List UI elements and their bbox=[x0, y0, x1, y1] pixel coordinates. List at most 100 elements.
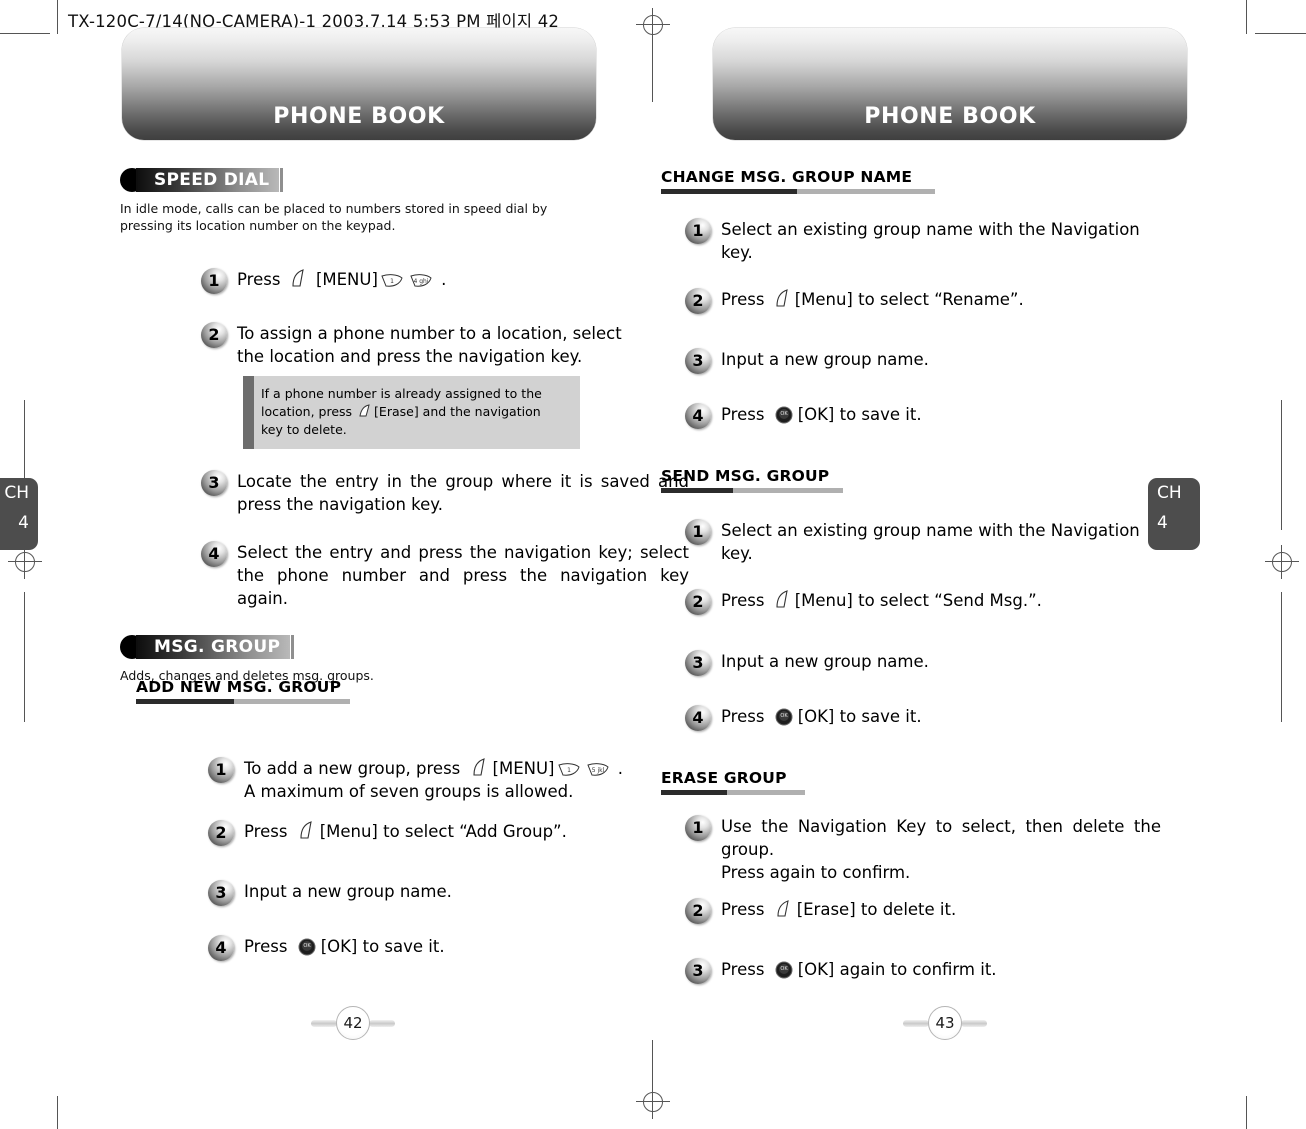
step-text: Press OK [OK] to save it. bbox=[244, 935, 654, 958]
page-number-ornament: 42 bbox=[311, 1006, 395, 1040]
section-header-msg-group: MSG. GROUP bbox=[120, 634, 590, 660]
step-number-badge: 4 bbox=[201, 541, 227, 567]
step-number: 3 bbox=[692, 961, 704, 980]
section-description: In idle mode, calls can be placed to num… bbox=[120, 201, 548, 233]
step-number: 4 bbox=[215, 938, 227, 957]
note-line-3: [Erase] and the navigation bbox=[374, 404, 541, 419]
subsection-add-new-msg-group: ADD NEW MSG. GROUP bbox=[136, 677, 386, 704]
subsection-title: SEND MSG. GROUP bbox=[661, 467, 830, 485]
step-number: 3 bbox=[692, 351, 704, 370]
step-text-press: Press bbox=[721, 290, 765, 309]
step-item: 4 Press OK [OK] to save it. bbox=[685, 403, 1137, 433]
subsection-rule bbox=[661, 488, 961, 493]
crop-mark-bottom-right-v bbox=[1246, 1096, 1247, 1129]
step-text: Input a new group name. bbox=[721, 652, 929, 671]
step-text: Select an existing group name with the N… bbox=[721, 220, 1140, 262]
ok-key-icon: OK bbox=[775, 708, 793, 726]
svg-text:OK: OK bbox=[303, 943, 311, 949]
step-item: 2 Press [Menu] to select “Add Group”. bbox=[208, 820, 654, 850]
step-number-badge: 4 bbox=[685, 705, 711, 731]
step-item: 3 Input a new group name. bbox=[208, 880, 654, 910]
step-text-press: Press bbox=[721, 900, 765, 919]
note-line-1: If a phone number is already assigned to… bbox=[261, 386, 542, 401]
step-text-press: Press bbox=[244, 937, 288, 956]
step-text-menu-label: [MENU] bbox=[492, 759, 555, 778]
subsection-send-msg-group: SEND MSG. GROUP bbox=[661, 466, 961, 493]
step-text-menu-label: [MENU] bbox=[315, 270, 378, 289]
step-number: 4 bbox=[208, 544, 220, 563]
ok-key-icon: OK bbox=[775, 961, 793, 979]
step-text-press: Press bbox=[237, 270, 281, 289]
right-page: PHONE BOOK CHANGE MSG. GROUP NAME 1 Sele… bbox=[650, 0, 1240, 1129]
note-line-2: location, press bbox=[261, 404, 353, 419]
step-text: Press [Menu] to select “Add Group”. bbox=[244, 820, 654, 843]
step-text: Input a new group name. bbox=[244, 882, 452, 901]
section-header-speed-dial: SPEED DIAL bbox=[120, 167, 590, 193]
step-number-badge: 2 bbox=[685, 589, 711, 615]
step-text-line2: Press again to confirm. bbox=[721, 863, 911, 882]
crop-mark-left-top-h bbox=[0, 33, 50, 34]
step-text: Press [Menu] to select “Send Msg.”. bbox=[721, 589, 1137, 612]
step-text: Use the Navigation Key to select, then d… bbox=[721, 815, 1161, 884]
svg-text:1: 1 bbox=[567, 767, 571, 774]
step-number: 1 bbox=[692, 522, 704, 541]
step-item: 4 Select the entry and press the navigat… bbox=[201, 541, 689, 610]
menu-key-icon bbox=[298, 821, 315, 840]
svg-text:OK: OK bbox=[780, 411, 788, 417]
step-number: 2 bbox=[215, 823, 227, 842]
step-number-badge: 1 bbox=[208, 757, 234, 783]
page-title: PHONE BOOK bbox=[864, 104, 1036, 129]
step-number-badge: 3 bbox=[685, 650, 711, 676]
step-text-line2: A maximum of seven groups is allowed. bbox=[244, 782, 574, 801]
step-text-tail: to select “Add Group”. bbox=[383, 822, 567, 841]
step-number: 2 bbox=[208, 325, 220, 344]
step-text-ok-label: [OK] bbox=[797, 405, 835, 424]
step-number-badge: 2 bbox=[208, 820, 234, 846]
registration-mark-left-center bbox=[8, 545, 42, 579]
step-text: To assign a phone number to a location, … bbox=[237, 324, 622, 366]
chapter-tab-number: 4 bbox=[18, 513, 29, 533]
step-text: Press [MENU] 1 4 ghi . bbox=[237, 268, 621, 291]
step-text: Press OK [OK] again to confirm it. bbox=[721, 958, 1137, 981]
ok-key-icon: OK bbox=[298, 938, 316, 956]
step-text-ok-label: [OK] bbox=[320, 937, 358, 956]
erase-key-icon bbox=[775, 900, 792, 918]
step-number-badge: 4 bbox=[685, 403, 711, 429]
step-number: 1 bbox=[208, 271, 220, 290]
ok-key-icon: OK bbox=[775, 406, 793, 424]
note-line-4: key to delete. bbox=[261, 422, 347, 437]
svg-text:5 jkl: 5 jkl bbox=[591, 767, 604, 774]
step-number: 4 bbox=[692, 708, 704, 727]
step-item: 2 To assign a phone number to a location… bbox=[201, 322, 653, 449]
step-number: 2 bbox=[692, 901, 704, 920]
step-text-press: Press bbox=[721, 707, 765, 726]
step-item: 3 Locate the entry in the group where it… bbox=[201, 470, 689, 516]
step-text-line1: Use the Navigation Key to select, then d… bbox=[721, 817, 1161, 859]
svg-text:OK: OK bbox=[780, 713, 788, 719]
note-box: If a phone number is already assigned to… bbox=[243, 376, 580, 449]
key-1-icon: 1 bbox=[380, 273, 404, 288]
step-text-press: Press bbox=[721, 591, 765, 610]
step-text: Locate the entry in the group where it i… bbox=[237, 472, 689, 514]
step-text-tail: to delete it. bbox=[860, 900, 957, 919]
step-item: 1 Press [MENU] 1 4 ghi . bbox=[201, 268, 621, 298]
page-number-footer: 43 bbox=[650, 1006, 1240, 1044]
svg-text:1: 1 bbox=[390, 278, 394, 285]
step-number-badge: 1 bbox=[685, 218, 711, 244]
svg-text:4 ghi: 4 ghi bbox=[413, 278, 428, 285]
page-banner: PHONE BOOK bbox=[713, 28, 1187, 140]
step-number-badge: 2 bbox=[685, 288, 711, 314]
section-title: MSG. GROUP bbox=[136, 635, 295, 659]
menu-key-icon bbox=[471, 758, 488, 777]
step-number-badge: 1 bbox=[685, 519, 711, 545]
step-number-badge: 1 bbox=[685, 815, 711, 841]
step-text-tail: again to confirm it. bbox=[839, 960, 997, 979]
crop-mark-right-top-v bbox=[1246, 0, 1247, 34]
step-text-menu-label: [Menu] bbox=[794, 290, 853, 309]
step-number: 1 bbox=[692, 221, 704, 240]
key-5-icon: 5 jkl bbox=[586, 762, 610, 777]
step-text: To add a new group, press [MENU] 1 5 jkl… bbox=[244, 757, 690, 803]
step-number: 3 bbox=[208, 473, 220, 492]
subsection-erase-group: ERASE GROUP bbox=[661, 768, 961, 795]
step-text-tail: to select “Send Msg.”. bbox=[858, 591, 1042, 610]
